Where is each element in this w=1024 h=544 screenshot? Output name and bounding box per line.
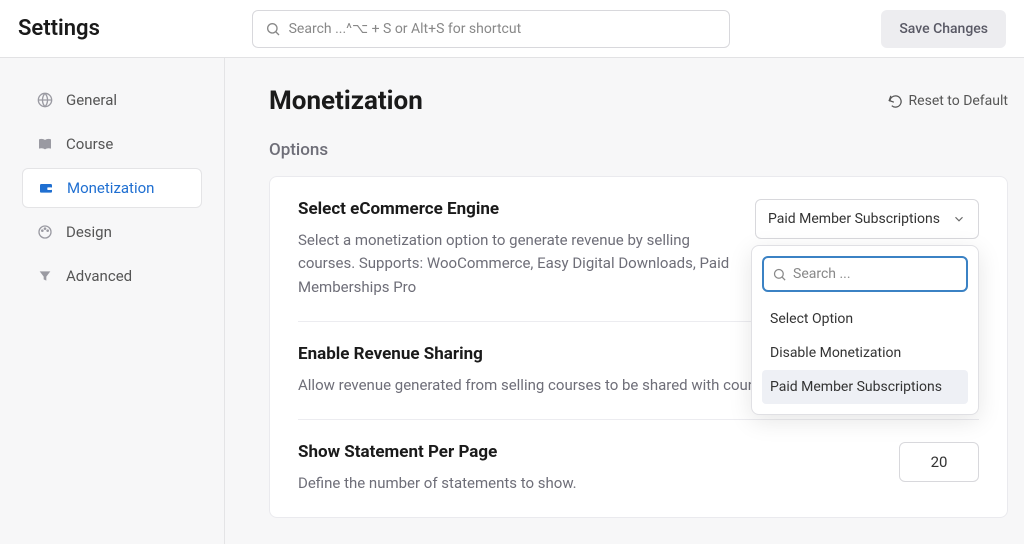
select-value: Paid Member Subscriptions — [768, 211, 940, 227]
sidebar-item-general[interactable]: General — [22, 80, 202, 120]
dropdown-search-input[interactable] — [793, 266, 971, 282]
dropdown-option[interactable]: Paid Member Subscriptions — [762, 370, 968, 404]
header: Settings Save Changes — [0, 0, 1024, 58]
option-desc: Select a monetization option to generate… — [298, 229, 733, 299]
search-icon — [772, 267, 787, 282]
sidebar-item-advanced[interactable]: Advanced — [22, 256, 202, 296]
statements-per-page-input[interactable] — [899, 442, 979, 482]
refresh-icon — [888, 94, 903, 109]
palette-icon — [36, 223, 54, 241]
sidebar-item-label: Monetization — [67, 179, 154, 197]
sidebar-item-label: Advanced — [66, 267, 132, 285]
sidebar-item-label: General — [66, 91, 117, 109]
reset-label: Reset to Default — [909, 93, 1008, 109]
option-row-engine: Select eCommerce Engine Select a monetiz… — [298, 177, 979, 322]
option-desc: Define the number of statements to show. — [298, 472, 733, 495]
header-search[interactable] — [252, 10, 730, 48]
options-label: Options — [269, 140, 1008, 160]
sidebar-item-label: Design — [66, 223, 112, 241]
sidebar-item-monetization[interactable]: Monetization — [22, 168, 202, 208]
option-title: Show Statement Per Page — [298, 442, 733, 462]
option-title: Select eCommerce Engine — [298, 199, 733, 219]
engine-dropdown: Select Option Disable Monetization Paid … — [751, 245, 979, 415]
sidebar: General Course Monetization Design Advan… — [0, 58, 225, 544]
section-title: Monetization — [269, 86, 423, 116]
globe-icon — [36, 91, 54, 109]
dropdown-option[interactable]: Disable Monetization — [762, 336, 968, 370]
page-title: Settings — [18, 16, 100, 41]
options-card: Select eCommerce Engine Select a monetiz… — [269, 176, 1008, 518]
dropdown-option[interactable]: Select Option — [762, 302, 968, 336]
header-search-input[interactable] — [289, 21, 717, 37]
filter-icon — [36, 267, 54, 285]
save-button[interactable]: Save Changes — [881, 10, 1006, 48]
reset-to-default-button[interactable]: Reset to Default — [888, 93, 1008, 109]
sidebar-item-label: Course — [66, 135, 113, 153]
option-row-statement: Show Statement Per Page Define the numbe… — [298, 420, 979, 517]
book-icon — [36, 135, 54, 153]
sidebar-item-design[interactable]: Design — [22, 212, 202, 252]
search-icon — [265, 21, 281, 37]
wallet-icon — [37, 179, 55, 197]
sidebar-item-course[interactable]: Course — [22, 124, 202, 164]
dropdown-search[interactable] — [762, 256, 968, 292]
ecommerce-engine-select[interactable]: Paid Member Subscriptions — [755, 199, 979, 239]
chevron-down-icon — [952, 212, 966, 226]
